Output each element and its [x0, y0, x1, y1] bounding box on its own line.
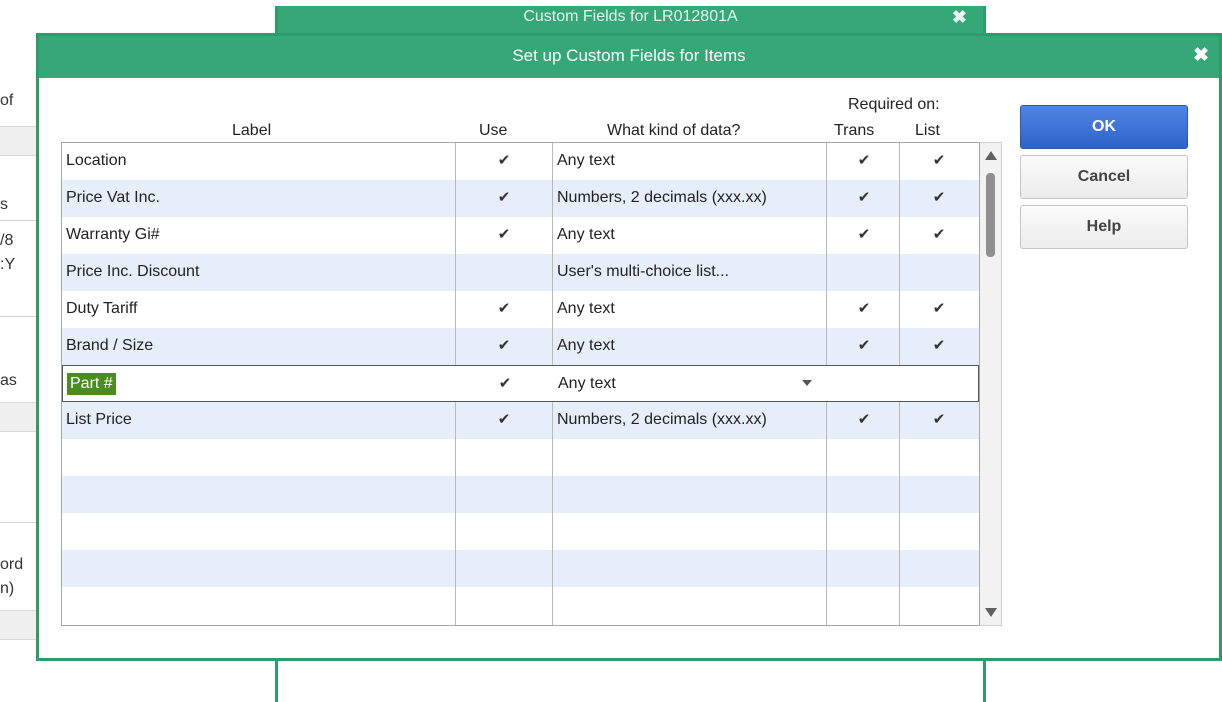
scroll-down-arrow-icon[interactable] [985, 608, 997, 617]
table-row-selected[interactable]: Part # ✔ Any text [62, 365, 979, 402]
dialog-titlebar[interactable]: Set up Custom Fields for Items ✖ [39, 36, 1219, 78]
list-checkmark-icon[interactable]: ✔ [901, 328, 977, 365]
label-cell[interactable]: List Price [66, 402, 451, 439]
use-checkmark-icon[interactable]: ✔ [457, 143, 551, 180]
label-cell[interactable]: Price Vat Inc. [66, 180, 451, 217]
trans-checkmark-icon[interactable]: ✔ [828, 402, 900, 439]
trans-checkmark-icon[interactable] [828, 254, 900, 291]
table-row[interactable]: Brand / Size ✔ Any text ✔ ✔ [62, 328, 979, 365]
background-divider [0, 316, 36, 317]
background-text-fragment: :Y [0, 256, 16, 273]
trans-checkmark-icon[interactable]: ✔ [828, 328, 900, 365]
data-kind-value: Any text [558, 375, 616, 392]
list-checkmark-icon[interactable] [901, 254, 977, 291]
custom-fields-dialog: Set up Custom Fields for Items ✖ Require… [36, 33, 1222, 661]
data-kind-cell[interactable]: Any text [557, 217, 827, 254]
list-checkmark-icon[interactable]: ✔ [901, 143, 977, 180]
background-text-fragment: of [0, 92, 14, 109]
background-form-fragments: of s /8 :Y as ord n) [0, 60, 36, 680]
trans-checkmark-icon[interactable] [829, 366, 901, 403]
table-row-stripe [62, 476, 979, 513]
use-checkmark-icon[interactable]: ✔ [457, 180, 551, 217]
list-checkmark-icon[interactable]: ✔ [901, 217, 977, 254]
use-checkmark-icon[interactable]: ✔ [457, 217, 551, 254]
table-row[interactable]: Price Vat Inc. ✔ Numbers, 2 decimals (xx… [62, 180, 979, 217]
label-cell[interactable]: Duty Tariff [66, 291, 451, 328]
data-kind-dropdown[interactable]: Any text [558, 366, 828, 403]
required-on-header: Required on: [848, 96, 940, 113]
close-icon[interactable]: ✖ [1193, 44, 1209, 67]
use-checkmark-icon[interactable]: ✔ [458, 366, 552, 403]
custom-fields-table: Location ✔ Any text ✔ ✔ Price Vat Inc. ✔… [61, 142, 980, 626]
list-checkmark-icon[interactable]: ✔ [901, 180, 977, 217]
list-checkmark-icon[interactable]: ✔ [901, 402, 977, 439]
background-text-fragment: /8 [0, 232, 14, 249]
cancel-button[interactable]: Cancel [1020, 155, 1188, 199]
table-row-stripe [62, 550, 979, 587]
label-cell[interactable]: Location [66, 143, 451, 180]
help-button[interactable]: Help [1020, 205, 1188, 249]
background-text-fragment: s [0, 196, 8, 213]
table-row[interactable]: Warranty Gi# ✔ Any text ✔ ✔ [62, 217, 979, 254]
trans-column-header: Trans [834, 122, 875, 139]
background-text-fragment: as [0, 372, 17, 389]
dropdown-arrow-icon[interactable] [802, 380, 812, 386]
trans-checkmark-icon[interactable]: ✔ [828, 291, 900, 328]
background-divider [0, 220, 36, 221]
list-checkmark-icon[interactable]: ✔ [901, 291, 977, 328]
label-column-header: Label [232, 122, 272, 139]
use-checkmark-icon[interactable]: ✔ [457, 328, 551, 365]
label-cell[interactable]: Part # [67, 366, 452, 403]
label-cell[interactable]: Warranty Gi# [66, 217, 451, 254]
kind-column-header: What kind of data? [607, 122, 741, 139]
use-column-header: Use [479, 122, 508, 139]
data-kind-cell[interactable]: Any text [557, 143, 827, 180]
background-text-fragment: ord [0, 556, 24, 573]
label-edit-selection[interactable]: Part # [67, 373, 116, 395]
trans-checkmark-icon[interactable]: ✔ [828, 143, 900, 180]
use-checkmark-icon[interactable] [457, 254, 551, 291]
dialog-title: Set up Custom Fields for Items [512, 46, 746, 65]
background-field [0, 126, 36, 156]
list-checkmark-icon[interactable] [902, 366, 978, 403]
data-kind-cell[interactable]: Numbers, 2 decimals (xxx.xx) [557, 180, 827, 217]
label-cell[interactable]: Brand / Size [66, 328, 451, 365]
background-text-fragment: n) [0, 580, 15, 597]
data-kind-cell[interactable]: User's multi-choice list... [557, 254, 827, 291]
background-field [0, 610, 36, 640]
ok-button[interactable]: OK [1020, 105, 1188, 149]
scroll-thumb[interactable] [986, 173, 995, 257]
background-divider [0, 522, 36, 523]
table-row[interactable]: List Price ✔ Numbers, 2 decimals (xxx.xx… [62, 402, 979, 439]
table-row[interactable]: Duty Tariff ✔ Any text ✔ ✔ [62, 291, 979, 328]
scroll-up-arrow-icon[interactable] [985, 151, 997, 160]
use-checkmark-icon[interactable]: ✔ [457, 402, 551, 439]
table-row[interactable]: Location ✔ Any text ✔ ✔ [62, 143, 979, 180]
background-titlebar: Custom Fields for LR012801A ✖ [278, 6, 983, 36]
list-column-header: List [915, 122, 940, 139]
background-window-title: Custom Fields for LR012801A [523, 8, 738, 25]
table-row[interactable]: Price Inc. Discount User's multi-choice … [62, 254, 979, 291]
data-kind-cell[interactable]: Any text [557, 328, 827, 365]
trans-checkmark-icon[interactable]: ✔ [828, 180, 900, 217]
data-kind-cell[interactable]: Numbers, 2 decimals (xxx.xx) [557, 402, 827, 439]
background-field [0, 402, 36, 432]
data-kind-cell[interactable]: Any text [557, 291, 827, 328]
background-close-icon[interactable]: ✖ [952, 7, 967, 28]
trans-checkmark-icon[interactable]: ✔ [828, 217, 900, 254]
table-scrollbar[interactable] [980, 142, 1002, 626]
label-cell[interactable]: Price Inc. Discount [66, 254, 451, 291]
use-checkmark-icon[interactable]: ✔ [457, 291, 551, 328]
